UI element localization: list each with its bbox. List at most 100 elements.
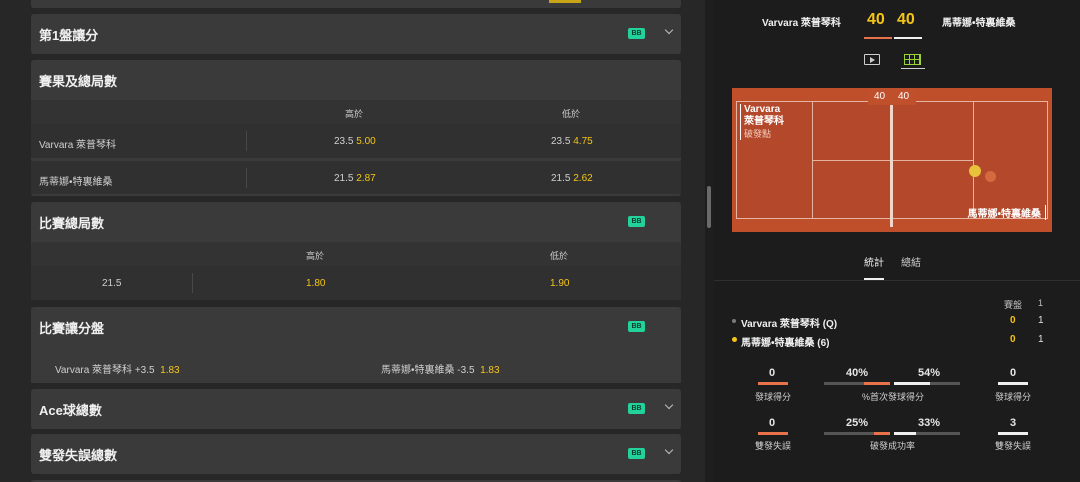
handicap-p1-button[interactable]: Varvara 萊普琴科 +3.5 1.83 [55,361,180,376]
odds-value: 2.87 [356,173,376,184]
column-headers: 高於 低於 [31,100,681,124]
court-score-box: 40 40 [868,88,916,105]
table-row: Varvara 萊普琴科 +3.5 1.83 馬蒂娜•特裏維桑 -3.5 1.8… [31,349,681,383]
aces-label: 發球得分 [755,392,792,402]
tab-stats[interactable]: 統計 [864,254,884,269]
selected-odds-marker [549,0,581,3]
break-points-p2: 33% [918,417,941,429]
court-view-icon[interactable] [904,54,921,65]
market-result-total-games: 賽果及總局數 高於 低於 Varvara 萊普琴科 23.5 5.00 23.5… [31,60,681,196]
previous-market-card [31,0,681,8]
court-score-p1: 40 [874,91,886,102]
court-view-active-indicator [901,68,925,69]
odds-value: 2.62 [573,173,593,184]
market-title: 比賽讓分盤 [39,320,105,336]
player1-name: Varvara 萊普琴科 [762,18,841,29]
bet-builder-badge: BB [628,448,645,459]
player1-row-name: Varvara 萊普琴科 (Q) [741,319,838,330]
player2-set1: 1 [1038,334,1044,345]
serving-dot-icon [732,337,737,342]
court-player1-label: Varvara 萊普琴科 破發點 [740,104,784,140]
player1-score: 40 [867,11,885,28]
player1-dot-icon [732,319,736,323]
odds-button[interactable]: 23.5 4.75 [551,136,593,147]
chevron-down-icon[interactable] [664,447,674,457]
odds-under-button[interactable]: 1.90 [550,278,569,289]
table-row: Varvara 萊普琴科 23.5 5.00 23.5 4.75 [31,124,681,158]
player2-row-name: 馬蒂娜•特裏維桑 (6) [741,338,830,349]
first-serve-p1-fill [863,382,890,385]
market-total-double-faults[interactable]: 雙發失誤總數 BB [31,434,681,474]
col-over: 高於 [345,109,364,119]
col-under: 低於 [550,251,569,261]
aces-label-p2: 發球得分 [995,392,1032,402]
double-faults-p2: 3 [1010,417,1017,429]
bet-builder-badge: BB [628,403,645,414]
scrollbar[interactable] [705,0,714,482]
handicap-p2-button[interactable]: 馬蒂娜•特裏維桑 -3.5 1.83 [381,361,500,376]
court-player2-label: 馬蒂娜•特裏維桑 [967,205,1046,220]
bet-builder-badge: BB [628,28,645,39]
tennis-ball-icon [969,165,981,177]
player2-game: 0 [1010,334,1016,345]
market-title: 比賽總局數 [39,215,105,231]
break-points-p1-bar [824,432,890,435]
line-value: 21.5 [551,173,571,184]
first-serve-p2-bar [894,382,960,385]
odds-button[interactable]: 21.5 2.62 [551,173,593,184]
court-player1-name-line2: 萊普琴科 [744,116,784,127]
aces-p1-bar [758,382,788,385]
odds-value: 1.83 [480,365,500,376]
player1-set1: 1 [1038,315,1044,326]
break-points-label: 破發成功率 [870,441,916,451]
line-value: 23.5 [551,136,571,147]
double-faults-p1-bar [758,432,788,435]
market-total-aces[interactable]: Ace球總數 BB [31,389,681,429]
selection-name: Varvara 萊普琴科 [39,140,117,151]
markets-panel: 第1盤讓分 BB 賽果及總局數 高於 低於 Varvara 萊普琴科 23.5 … [0,0,705,482]
col-under: 低於 [562,109,581,119]
video-play-icon[interactable] [864,54,880,65]
aces-p2: 0 [1010,367,1017,379]
aces-p2-bar [998,382,1028,385]
line-value: 23.5 [334,136,354,147]
tab-summary[interactable]: 總結 [901,254,921,269]
odds-button[interactable]: 21.5 2.87 [334,173,376,184]
court-player1-name: Varvara [744,104,781,115]
break-points-p2-bar [894,432,960,435]
player2-score-underline [894,37,922,39]
break-point-label: 破發點 [744,129,772,139]
first-serve-p1-bar [824,382,890,385]
ball-shadow-icon [985,171,996,182]
break-points-p2-fill [894,432,916,435]
double-faults-label-p2: 雙發失誤 [995,441,1032,451]
first-serve-p2: 54% [918,367,941,379]
odds-button[interactable]: 23.5 5.00 [334,136,376,147]
market-title: Ace球總數 [39,402,102,418]
bet-builder-badge: BB [628,321,645,332]
odds-value: 4.75 [573,136,593,147]
odds-over-button[interactable]: 1.80 [306,278,325,289]
sets-header: 賽盤 [1004,300,1023,310]
odds-value: 5.00 [356,136,376,147]
player1-game: 0 [1010,315,1016,326]
col-over: 高於 [306,251,325,261]
court-net [890,93,893,227]
chevron-down-icon[interactable] [664,402,674,412]
market-set1-handicap[interactable]: 第1盤讓分 BB [31,14,681,54]
court-score-p2: 40 [898,91,910,102]
chevron-down-icon[interactable] [664,27,674,37]
market-title: 賽果及總局數 [39,73,118,89]
set1-header: 1 [1038,298,1044,308]
market-title: 雙發失誤總數 [39,447,118,463]
table-row: 馬蒂娜•特裏維桑 21.5 2.87 21.5 2.62 [31,160,681,194]
player2-name: 馬蒂娜•特裏維桑 [942,18,1016,29]
player2-score: 40 [897,11,915,28]
odds-value: 1.83 [160,365,180,376]
line-value: 21.5 [102,278,122,289]
player1-score-underline [864,37,892,39]
first-serve-p1: 40% [846,367,869,379]
scrollbar-thumb[interactable] [707,186,711,228]
selection-name: Varvara 萊普琴科 +3.5 [55,365,155,376]
scoreboard: Varvara 萊普琴科 40 40 馬蒂娜•特裏維桑 [714,0,1080,40]
